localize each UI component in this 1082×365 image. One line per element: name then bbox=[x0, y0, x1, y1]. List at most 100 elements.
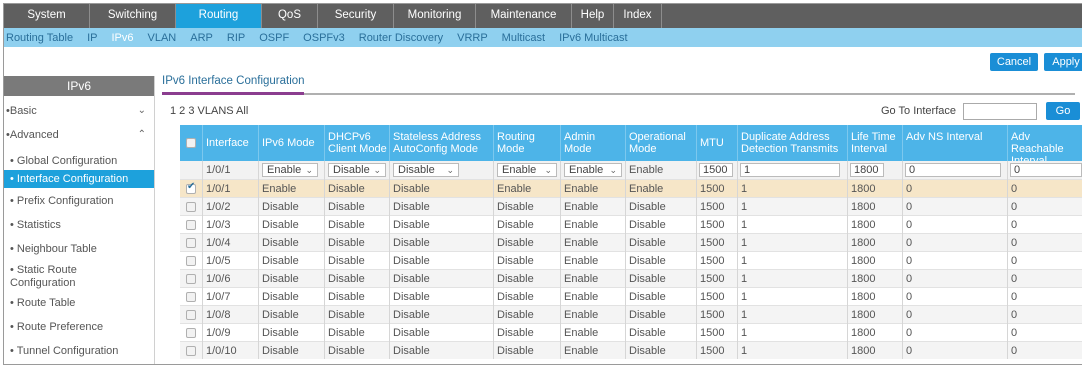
sidebar-item-5[interactable]: • Statistics bbox=[4, 216, 154, 234]
table-row[interactable]: 1/0/5 Disable Disable Disable Disable Enable D… bbox=[180, 251, 1082, 269]
sidebar-item-4[interactable]: • Prefix Configuration bbox=[4, 192, 154, 210]
sidebar-item-6[interactable]: • Neighbour Table bbox=[4, 240, 154, 258]
sidebar-item-2[interactable]: • Global Configuration bbox=[4, 152, 154, 170]
mtu-input[interactable]: 1500 bbox=[699, 163, 733, 177]
sub-nav-ospfv3[interactable]: OSPFv3 bbox=[303, 32, 345, 44]
table-cell: 1500 bbox=[700, 255, 725, 267]
sidebar-item-0[interactable]: •Basic ⌄ bbox=[4, 102, 154, 120]
sidebar-item-1[interactable]: •Advanced ⌃ bbox=[4, 126, 154, 144]
top-nav-monitoring[interactable]: Monitoring bbox=[394, 4, 476, 28]
pager[interactable]: 1 2 3 VLANS All bbox=[170, 105, 248, 117]
table-cell: 0 bbox=[1011, 345, 1018, 357]
row-checkbox[interactable] bbox=[186, 310, 196, 320]
adv-ns-input[interactable]: 0 bbox=[905, 163, 1001, 177]
table-row[interactable]: 1/0/8 Disable Disable Disable Disable Enable D… bbox=[180, 305, 1082, 323]
table-cell: 0 bbox=[1011, 219, 1018, 231]
table-cell: Disable bbox=[328, 309, 365, 321]
sub-nav-ipv6[interactable]: IPv6 bbox=[111, 32, 133, 44]
table-cell: 1800 bbox=[851, 237, 876, 249]
table-cell: 1/0/3 bbox=[206, 219, 231, 231]
table-cell: 1 bbox=[741, 291, 748, 303]
row-checkbox[interactable] bbox=[186, 328, 196, 338]
table-cell: 0 bbox=[906, 237, 913, 249]
table-row[interactable]: 1/0/9 Disable Disable Disable Disable Enable D… bbox=[180, 323, 1082, 341]
chevron-down-icon: ⌄ bbox=[446, 165, 454, 175]
top-nav-switching[interactable]: Switching bbox=[90, 4, 176, 28]
table-cell: 0 bbox=[1011, 255, 1018, 267]
table-row[interactable]: ✔ 1/0/1 Enable Disable Disable Enable Enable En… bbox=[180, 179, 1082, 197]
table-cell: 0 bbox=[906, 201, 913, 213]
row-checkbox[interactable] bbox=[186, 274, 196, 284]
column-divider bbox=[202, 161, 203, 359]
table-cell: 1800 bbox=[851, 291, 876, 303]
ipv6-mode-select[interactable]: Enable ⌄ bbox=[262, 163, 318, 177]
table-cell: 1/0/5 bbox=[206, 255, 231, 267]
table-cell: Enable bbox=[629, 183, 664, 195]
life-time-input[interactable]: 1800 bbox=[850, 163, 884, 177]
table-cell: 0 bbox=[906, 327, 913, 339]
table-cell: Disable bbox=[328, 201, 365, 213]
top-nav-index[interactable]: Index bbox=[614, 4, 662, 28]
sidebar-item-8[interactable]: • Route Table bbox=[4, 294, 154, 312]
top-nav-help[interactable]: Help bbox=[572, 4, 614, 28]
sub-nav-rip[interactable]: RIP bbox=[227, 32, 245, 44]
stateless-mode-select[interactable]: Disable ⌄ bbox=[393, 163, 459, 177]
goto-interface-input[interactable] bbox=[963, 103, 1037, 120]
select-all-checkbox[interactable] bbox=[186, 138, 196, 148]
sub-nav-vlan[interactable]: VLAN bbox=[148, 32, 177, 44]
sub-nav-vrrp[interactable]: VRRP bbox=[457, 32, 488, 44]
table-cell: Disable bbox=[393, 327, 430, 339]
sidebar-item-10[interactable]: • Tunnel Configuration bbox=[4, 342, 154, 360]
sub-nav-arp[interactable]: ARP bbox=[190, 32, 213, 44]
sub-nav-ospf[interactable]: OSPF bbox=[259, 32, 289, 44]
row-checkbox[interactable] bbox=[186, 256, 196, 266]
table-cell: 1500 bbox=[700, 201, 725, 213]
row-checkbox[interactable] bbox=[186, 220, 196, 230]
column-header: Stateless Address AutoConfig Mode bbox=[393, 131, 482, 155]
row-checkbox[interactable] bbox=[186, 202, 196, 212]
routing-mode-select[interactable]: Enable ⌄ bbox=[497, 163, 557, 177]
table-cell: Disable bbox=[262, 201, 299, 213]
adv-reach-input[interactable]: 0 bbox=[1010, 163, 1082, 177]
sub-nav-ipv6-multicast[interactable]: IPv6 Multicast bbox=[559, 32, 627, 44]
admin-mode-select[interactable]: Enable ⌄ bbox=[564, 163, 622, 177]
table-row[interactable]: 1/0/7 Disable Disable Disable Disable Enable D… bbox=[180, 287, 1082, 305]
column-divider bbox=[696, 125, 697, 161]
row-checkbox[interactable] bbox=[186, 346, 196, 356]
table-cell: Disable bbox=[328, 273, 365, 285]
table-row[interactable]: 1/0/6 Disable Disable Disable Disable Enable D… bbox=[180, 269, 1082, 287]
table-cell: 1800 bbox=[851, 309, 876, 321]
table-cell: 1500 bbox=[700, 273, 725, 285]
top-nav-maintenance[interactable]: Maintenance bbox=[476, 4, 572, 28]
table-cell: Disable bbox=[629, 219, 666, 231]
goto-interface-label: Go To Interface bbox=[881, 105, 957, 117]
sub-nav-router-discovery[interactable]: Router Discovery bbox=[359, 32, 443, 44]
table-row[interactable]: 1/0/3 Disable Disable Disable Disable Enable D… bbox=[180, 215, 1082, 233]
row-checkbox[interactable] bbox=[186, 238, 196, 248]
sub-nav-multicast[interactable]: Multicast bbox=[502, 32, 545, 44]
sub-nav-routing-table[interactable]: Routing Table bbox=[6, 32, 73, 44]
row-checkbox[interactable] bbox=[186, 292, 196, 302]
table-cell: 0 bbox=[1011, 237, 1018, 249]
sidebar-item-7[interactable]: • Static Route Configuration bbox=[4, 262, 154, 292]
dhcp-mode-select[interactable]: Disable ⌄ bbox=[328, 163, 386, 177]
table-row[interactable]: 1/0/2 Disable Disable Disable Disable Enable D… bbox=[180, 197, 1082, 215]
top-nav-security[interactable]: Security bbox=[318, 4, 394, 28]
sidebar-item-9[interactable]: • Route Preference bbox=[4, 318, 154, 336]
cancel-button[interactable]: Cancel bbox=[990, 53, 1038, 71]
go-button[interactable]: Go bbox=[1046, 102, 1080, 120]
apply-button[interactable]: Apply bbox=[1044, 53, 1082, 71]
table-cell: Disable bbox=[328, 237, 365, 249]
top-nav-qos[interactable]: QoS bbox=[262, 4, 318, 28]
sub-nav-ip[interactable]: IP bbox=[87, 32, 97, 44]
top-nav-system[interactable]: System bbox=[4, 4, 90, 28]
table-row[interactable]: 1/0/10 Disable Disable Disable Disable Enable… bbox=[180, 341, 1082, 359]
top-nav-routing[interactable]: Routing bbox=[176, 4, 262, 28]
table-cell: Disable bbox=[629, 291, 666, 303]
table-cell: Enable bbox=[564, 183, 599, 195]
sidebar-item-3[interactable]: • Interface Configuration bbox=[4, 170, 154, 188]
dad-input[interactable]: 1 bbox=[740, 163, 840, 177]
row-checkbox[interactable]: ✔ bbox=[186, 181, 196, 194]
sidebar-item-label: •Advanced bbox=[6, 129, 59, 141]
table-row[interactable]: 1/0/4 Disable Disable Disable Disable Enable D… bbox=[180, 233, 1082, 251]
